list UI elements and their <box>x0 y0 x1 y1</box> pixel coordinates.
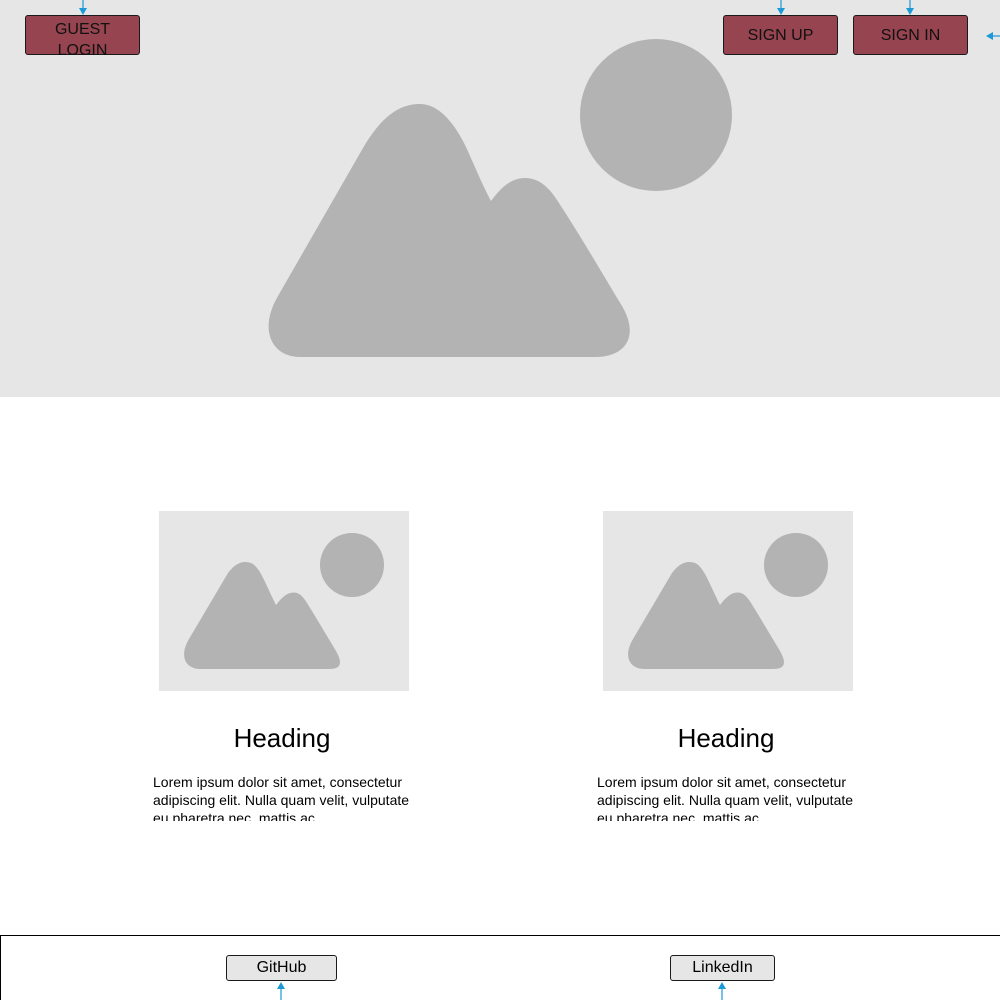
linkedin-label: LinkedIn <box>692 959 753 976</box>
sign-in-button[interactable]: SIGN IN <box>853 15 968 55</box>
image-placeholder-icon <box>159 511 409 691</box>
guest-login-button[interactable]: GUEST LOGIN <box>25 15 140 59</box>
card-heading: Heading <box>233 723 331 753</box>
footer <box>0 935 1000 1000</box>
feature-card-2: Heading Lorem ipsum dolor sit amet, cons… <box>597 511 867 831</box>
guest-login-label: GUEST LOGIN <box>54 21 111 59</box>
page: GUEST LOGIN SIGN UP SIGN IN Heading Lore… <box>0 0 1000 1000</box>
card-body-text: Lorem ipsum dolor sit amet, consectetur … <box>153 774 410 821</box>
linkedin-link-button[interactable]: LinkedIn <box>670 955 775 981</box>
image-placeholder-icon <box>603 511 853 691</box>
image-placeholder-icon <box>268 39 732 357</box>
hero-banner: GUEST LOGIN SIGN UP SIGN IN <box>0 0 1000 397</box>
github-link-button[interactable]: GitHub <box>226 955 337 981</box>
card-heading: Heading <box>677 723 775 753</box>
sign-up-button[interactable]: SIGN UP <box>723 15 838 55</box>
github-label: GitHub <box>256 959 307 976</box>
sign-in-label: SIGN IN <box>880 26 941 44</box>
sign-up-label: SIGN UP <box>747 26 814 44</box>
card-body-text: Lorem ipsum dolor sit amet, consectetur … <box>597 774 854 821</box>
feature-card-1: Heading Lorem ipsum dolor sit amet, cons… <box>153 511 423 831</box>
